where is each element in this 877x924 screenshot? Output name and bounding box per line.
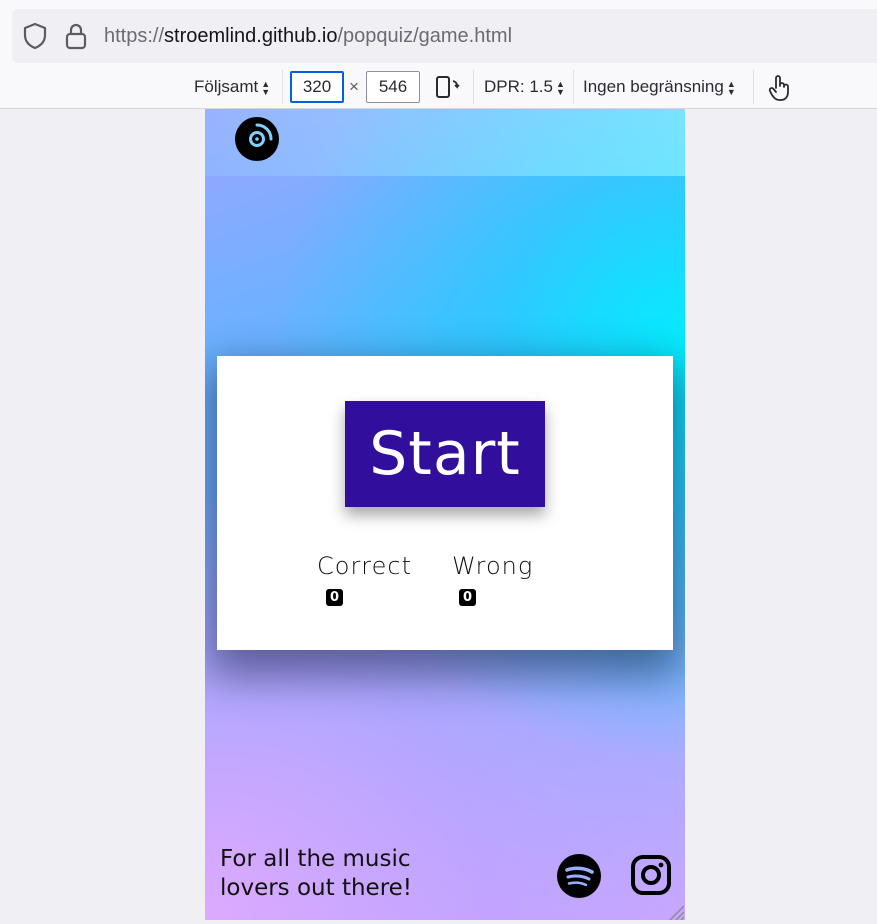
throttling-label: Ingen begränsning: [583, 77, 724, 96]
updown-icon: ▲ ▼: [726, 78, 736, 97]
quiz-card: Start Correct 0 Wrong 0: [217, 356, 673, 650]
wrong-score: 0: [459, 589, 476, 606]
url-scheme: https://: [104, 25, 165, 47]
url-text[interactable]: https://stroemlind.github.io/popquiz/gam…: [104, 22, 512, 50]
url-host: stroemlind.github.io: [164, 25, 338, 47]
disc-icon[interactable]: [235, 117, 279, 161]
responsive-toolbar: Följsamt ▲ ▼ 320 × 546 DPR: 1.5 ▲ ▼ Ingen be…: [0, 66, 877, 109]
dpr-label: DPR: 1.5: [484, 77, 553, 96]
throttling-selector[interactable]: Ingen begränsning ▲ ▼: [583, 66, 736, 108]
device-viewport: Start Correct 0 Wrong 0 For all the musi…: [205, 109, 685, 920]
correct-score: 0: [326, 589, 343, 606]
divider: [473, 70, 474, 104]
touch-icon[interactable]: [767, 74, 791, 102]
url-path: /popquiz/game.html: [337, 25, 513, 47]
device-label: Följsamt: [194, 77, 259, 96]
tagline-line-2: lovers out there!: [220, 875, 413, 901]
browser-urlbar: https://stroemlind.github.io/popquiz/gam…: [0, 0, 877, 67]
updown-icon: ▲ ▼: [555, 78, 565, 97]
start-button[interactable]: Start: [345, 401, 545, 507]
width-input[interactable]: 320: [290, 71, 344, 103]
resize-handle-icon[interactable]: [664, 900, 684, 920]
tagline-line-1: For all the music: [220, 846, 411, 872]
spotify-icon[interactable]: [556, 853, 602, 899]
site-header: [205, 109, 685, 176]
correct-label: Correct: [317, 552, 413, 580]
dpr-selector[interactable]: DPR: 1.5 ▲ ▼: [484, 66, 565, 108]
wrong-label: Wrong: [452, 552, 534, 580]
divider: [282, 70, 283, 104]
divider: [753, 70, 754, 104]
times-sign: ×: [349, 77, 359, 96]
footer-tagline: For all the music lovers out there!: [220, 845, 480, 903]
shield-icon[interactable]: [22, 22, 48, 50]
height-input[interactable]: 546: [366, 71, 420, 103]
lock-icon[interactable]: [64, 22, 88, 50]
divider: [573, 70, 574, 104]
updown-icon: ▲ ▼: [261, 78, 271, 97]
instagram-icon[interactable]: [630, 854, 672, 896]
rotate-icon[interactable]: [435, 75, 461, 99]
device-selector[interactable]: Följsamt ▲ ▼: [194, 66, 270, 108]
